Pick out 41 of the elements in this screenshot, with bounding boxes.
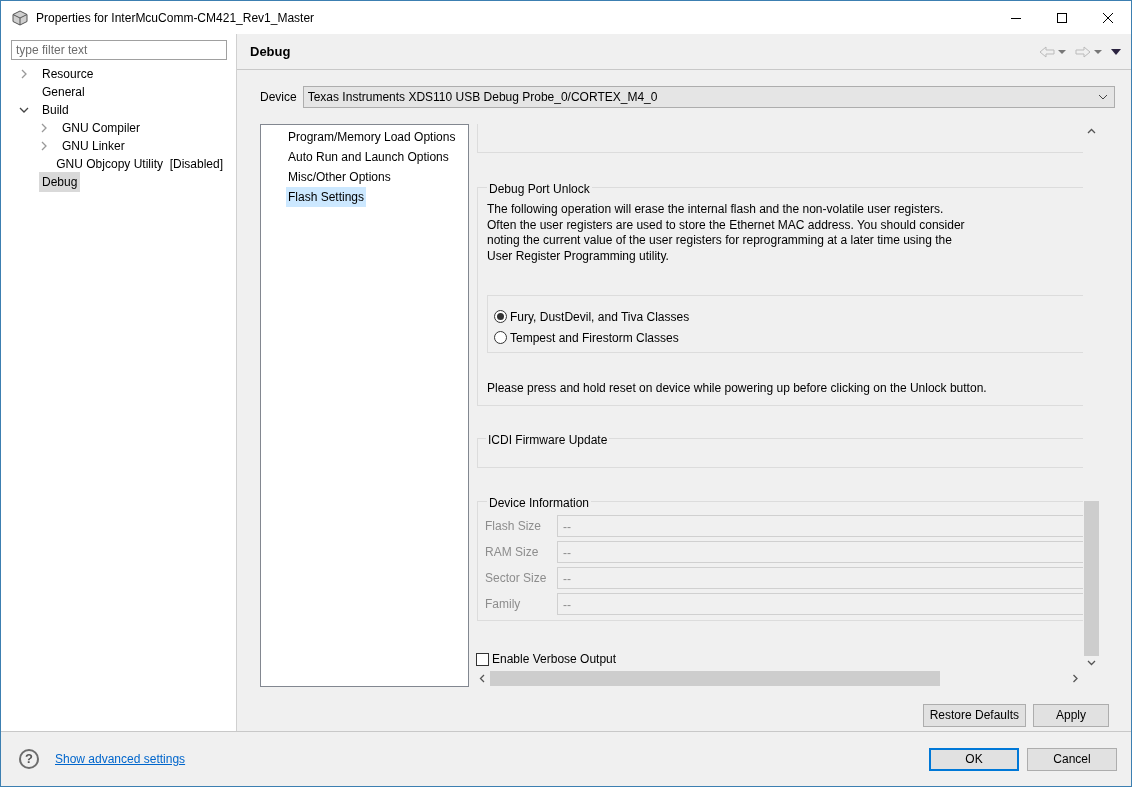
category-item[interactable]: Auto Run and Launch Options <box>286 147 451 167</box>
restore-defaults-button[interactable]: Restore Defaults <box>922 704 1026 727</box>
radio-button[interactable] <box>494 331 507 344</box>
note-text: Please press and hold reset on device while powering up before clicking on the Unlock button. <box>487 380 988 397</box>
cube-icon <box>12 9 28 26</box>
tree-item[interactable]: GNU Objcopy Utility [Disabled] <box>53 154 226 174</box>
radio-label: Fury, DustDevil, and Tiva Classes <box>510 308 690 326</box>
tree-item[interactable]: Build <box>39 100 72 120</box>
field-label: Flash Size <box>485 518 543 535</box>
device-label: Device <box>260 89 297 106</box>
apply-button[interactable]: Apply <box>1033 704 1109 727</box>
dropdown-caret-icon[interactable] <box>1058 48 1066 55</box>
close-icon <box>1103 12 1113 23</box>
chevron-down-icon <box>1098 94 1108 100</box>
ok-button[interactable]: OK <box>929 747 1019 771</box>
cancel-button[interactable]: Cancel <box>1027 747 1117 771</box>
field-label: RAM Size <box>485 544 540 561</box>
field-label: Family <box>485 596 522 613</box>
page-title: Debug <box>250 42 291 61</box>
tree-item[interactable]: GNU Compiler <box>59 118 143 138</box>
field-label: Sector Size <box>485 570 548 587</box>
tree-item[interactable]: GNU Linker <box>59 136 128 156</box>
device-dropdown[interactable]: Texas Instruments XDS110 USB Debug Probe_0/CORTEX_M4_0 <box>302 86 1115 108</box>
checkbox[interactable] <box>476 652 489 666</box>
help-icon[interactable]: ? <box>19 749 39 769</box>
category-item[interactable]: Misc/Other Options <box>286 167 393 187</box>
radio-button[interactable] <box>494 310 507 323</box>
view-menu-icon[interactable] <box>1111 47 1121 56</box>
advanced-settings-link[interactable]: Show advanced settings <box>55 750 186 768</box>
checkbox-label: Enable Verbose Output <box>492 651 617 668</box>
window-title: Properties for InterMcuComm-CM421_Rev1_Master <box>36 9 315 27</box>
dropdown-caret-icon[interactable] <box>1094 48 1102 55</box>
category-item[interactable]: Program/Memory Load Options <box>286 127 458 147</box>
tree-item[interactable]: General <box>39 82 88 102</box>
maximize-icon <box>1057 12 1067 23</box>
tree-item[interactable]: Debug <box>39 172 81 192</box>
radio-label: Tempest and Firestorm Classes <box>510 329 679 347</box>
filter-field[interactable]: type filter text <box>11 40 227 60</box>
category-item[interactable]: Flash Settings <box>286 187 367 207</box>
description-text: The following operation will erase the internal flash and the non-volatile user registers. Often the user registers are used to store the Ethernet MAC address. You should consider noting the current value of the user registers for reprogramming at a later time using the User Register Programming utility. <box>487 202 966 264</box>
tree-item[interactable]: Resource <box>39 64 97 84</box>
